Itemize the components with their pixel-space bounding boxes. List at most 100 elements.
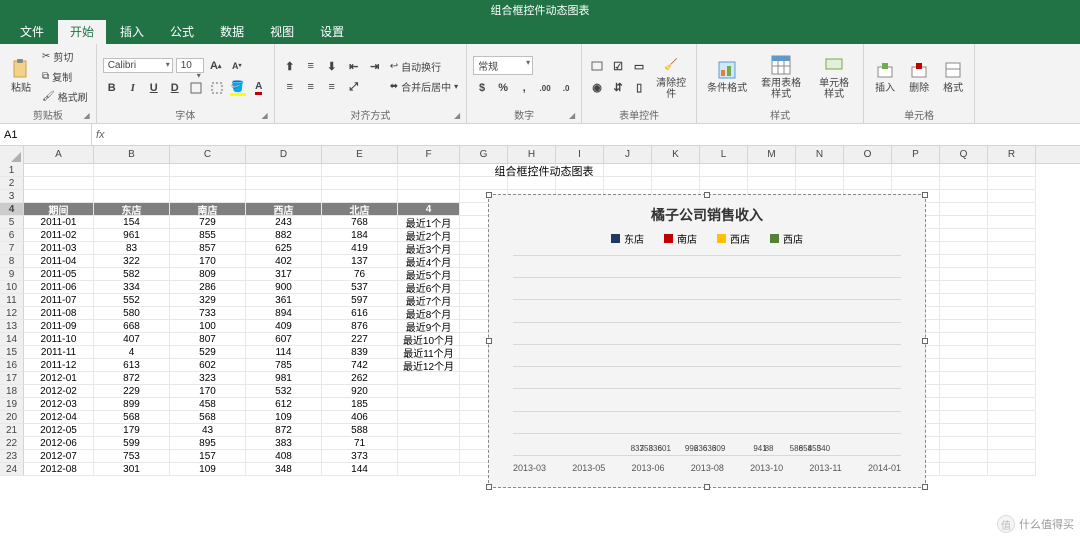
table-format-button[interactable]: 套用表格样式 (755, 52, 807, 102)
cell[interactable]: 2011-08 (24, 307, 94, 320)
column-header[interactable]: L (700, 146, 748, 163)
row-header[interactable]: 15 (0, 346, 24, 359)
column-header[interactable]: E (322, 146, 398, 163)
cell[interactable]: 552 (94, 294, 170, 307)
cell[interactable] (398, 463, 460, 476)
orientation-button[interactable]: ⤢ (345, 78, 363, 96)
cell[interactable] (246, 177, 322, 190)
cell[interactable]: 668 (94, 320, 170, 333)
cell[interactable]: 2012-07 (24, 450, 94, 463)
cell[interactable] (988, 437, 1036, 450)
cell[interactable] (988, 229, 1036, 242)
cell[interactable]: 109 (246, 411, 322, 424)
cell[interactable] (398, 398, 460, 411)
cell[interactable]: 南店 (170, 203, 246, 216)
cell[interactable]: 2011-12 (24, 359, 94, 372)
cell[interactable] (988, 450, 1036, 463)
cell[interactable]: 599 (94, 437, 170, 450)
row-header[interactable]: 16 (0, 359, 24, 372)
cell[interactable]: 184 (322, 229, 398, 242)
cell[interactable] (24, 190, 94, 203)
cell[interactable] (988, 424, 1036, 437)
cell[interactable] (844, 177, 892, 190)
cell[interactable]: 2011-09 (24, 320, 94, 333)
cell[interactable]: 114 (246, 346, 322, 359)
cell[interactable] (398, 411, 460, 424)
cell[interactable]: 872 (246, 424, 322, 437)
cell[interactable] (988, 216, 1036, 229)
cell[interactable]: 876 (322, 320, 398, 333)
cell[interactable] (940, 437, 988, 450)
cell[interactable]: 753 (94, 450, 170, 463)
cell[interactable]: 383 (246, 437, 322, 450)
cell[interactable] (940, 281, 988, 294)
cell[interactable]: 最近12个月 (398, 359, 460, 372)
row-header[interactable]: 14 (0, 333, 24, 346)
cell[interactable] (940, 229, 988, 242)
row-header[interactable]: 6 (0, 229, 24, 242)
cell[interactable]: 882 (246, 229, 322, 242)
cell[interactable]: 568 (94, 411, 170, 424)
cell[interactable]: 625 (246, 242, 322, 255)
cell[interactable] (892, 177, 940, 190)
cell[interactable] (796, 177, 844, 190)
format-painter-button[interactable]: 🖌格式刷 (40, 88, 90, 105)
dialog-launcher-icon[interactable]: ◢ (454, 111, 460, 120)
cell[interactable] (988, 268, 1036, 281)
cell[interactable]: 729 (170, 216, 246, 229)
cell[interactable]: 2012-01 (24, 372, 94, 385)
column-header[interactable]: F (398, 146, 460, 163)
cell[interactable] (988, 372, 1036, 385)
cell[interactable]: 西店 (246, 203, 322, 216)
cell[interactable]: 2011-11 (24, 346, 94, 359)
cell[interactable]: 最近11个月 (398, 346, 460, 359)
cell[interactable] (940, 385, 988, 398)
bold-button[interactable]: B (103, 79, 121, 97)
cell[interactable] (940, 190, 988, 203)
cell[interactable]: 406 (322, 411, 398, 424)
row-header[interactable]: 23 (0, 450, 24, 463)
row-header[interactable]: 2 (0, 177, 24, 190)
column-header[interactable]: M (748, 146, 796, 163)
tab-insert[interactable]: 插入 (108, 19, 156, 44)
column-header[interactable]: H (508, 146, 556, 163)
cell[interactable]: 839 (322, 346, 398, 359)
cell[interactable]: 602 (170, 359, 246, 372)
cell[interactable] (652, 177, 700, 190)
cell[interactable] (940, 372, 988, 385)
border-style-button[interactable] (208, 79, 226, 97)
cell[interactable] (940, 463, 988, 476)
control-spinner[interactable]: ⇵ (609, 78, 627, 96)
cell[interactable]: 229 (94, 385, 170, 398)
cell[interactable] (940, 242, 988, 255)
control-button-1[interactable] (588, 57, 606, 75)
cell[interactable] (556, 177, 604, 190)
indent-button[interactable]: ⇥ (366, 57, 384, 75)
italic-button[interactable]: I (124, 79, 142, 97)
cell[interactable] (940, 216, 988, 229)
control-combo[interactable]: ▭ (630, 57, 648, 75)
cell[interactable] (988, 307, 1036, 320)
cell[interactable]: 最近8个月 (398, 307, 460, 320)
name-box[interactable]: A1 (0, 124, 92, 145)
cell[interactable]: 322 (94, 255, 170, 268)
cell[interactable]: 2012-04 (24, 411, 94, 424)
cell[interactable]: 2011-10 (24, 333, 94, 346)
cell[interactable] (988, 463, 1036, 476)
cell[interactable] (988, 190, 1036, 203)
cell[interactable] (398, 424, 460, 437)
row-header[interactable]: 17 (0, 372, 24, 385)
font-size-select[interactable]: 10 (176, 58, 204, 73)
row-header[interactable]: 21 (0, 424, 24, 437)
cell[interactable]: 最近10个月 (398, 333, 460, 346)
row-header[interactable]: 8 (0, 255, 24, 268)
fill-color-button[interactable]: 🪣 (229, 79, 247, 97)
cell[interactable]: 857 (170, 242, 246, 255)
cell[interactable] (398, 177, 460, 190)
cell[interactable] (988, 385, 1036, 398)
grid[interactable]: ABCDEFGHIJKLMNOPQR 123456789101112131415… (0, 146, 1080, 539)
cell[interactable]: 286 (170, 281, 246, 294)
cell[interactable]: 616 (322, 307, 398, 320)
cell[interactable] (398, 450, 460, 463)
cell[interactable]: 71 (322, 437, 398, 450)
